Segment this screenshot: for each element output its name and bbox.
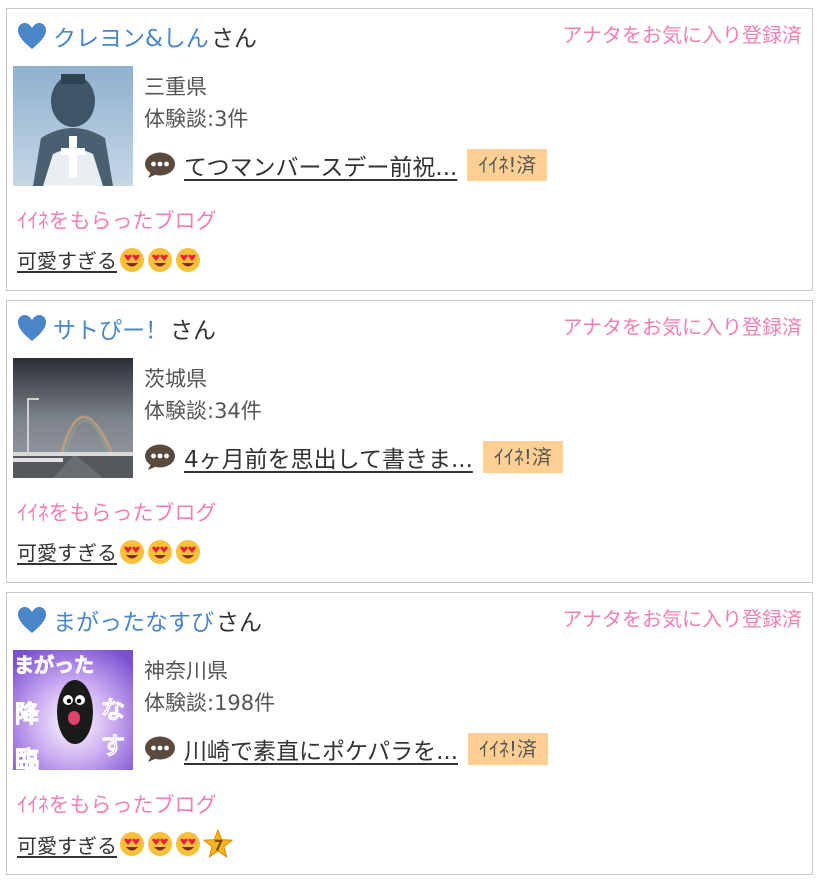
heart-eyes-emoji-icon: [148, 247, 172, 272]
thumb-text: す: [101, 732, 125, 760]
post-title-link[interactable]: てつマンバースデー前祝...: [184, 148, 457, 182]
heart-icon: [18, 315, 46, 341]
experience-count: 体験談:34件: [144, 399, 262, 423]
thumb-text: まがった: [14, 653, 94, 677]
user-card: まがったなすび さん アナタをお気に入り登録済 まがった 降 臨 な す 神奈川…: [6, 592, 813, 875]
blog-title-text: 可愛すぎる: [17, 833, 117, 858]
liked-blog-label: ｲｲﾈをもらったブログ: [17, 209, 217, 233]
user-thumbnail[interactable]: [13, 358, 133, 478]
star-badge-emoji-icon: [203, 829, 233, 859]
blog-title-text: 可愛すぎる: [17, 541, 117, 565]
liked-blog-link[interactable]: 可愛すぎる: [17, 829, 233, 859]
prefecture: 三重県: [144, 75, 207, 99]
user-name-link[interactable]: クレヨン&しん: [53, 19, 209, 53]
post-title-link[interactable]: 4ヶ月前を思出して書きま...: [184, 440, 473, 474]
heart-eyes-emoji-icon: [120, 247, 144, 272]
statue-photo-icon: [13, 66, 133, 186]
post-row: 川崎で素直にポケパラを... ｲｲﾈ!済: [144, 731, 549, 767]
heart-eyes-emoji-icon: [120, 832, 144, 856]
heart-eyes-emoji-icon: [148, 832, 172, 856]
favorite-status: アナタをお気に入り登録済: [562, 23, 802, 47]
prefecture: 神奈川県: [144, 659, 228, 683]
user-card: クレヨン&しん さん アナタをお気に入り登録済 三重県 体験談:3件 てつマンバ…: [6, 8, 813, 291]
card-header: サトぴー！ さん: [17, 311, 216, 345]
heart-eyes-emoji-icon: [120, 539, 144, 564]
post-title-link[interactable]: 川崎で素直にポケパラを...: [184, 732, 458, 766]
user-name-link[interactable]: まがったなすび: [53, 603, 214, 637]
experience-count: 体験談:3件: [144, 107, 249, 131]
honorific: さん: [170, 318, 216, 344]
favorite-status: アナタをお気に入り登録済: [562, 607, 802, 631]
heart-eyes-emoji-icon: [176, 247, 200, 272]
experience-count: 体験談:198件: [144, 691, 276, 715]
card-header: まがったなすび さん: [17, 603, 262, 637]
user-name-link[interactable]: サトぴー！: [53, 311, 168, 345]
thumb-text: 降: [15, 700, 40, 728]
blog-title-text: 可愛すぎる: [17, 249, 117, 273]
iine-badge: ｲｲﾈ!済: [482, 441, 563, 473]
liked-blog-link[interactable]: 可愛すぎる: [17, 537, 201, 566]
liked-blog-label: ｲｲﾈをもらったブログ: [17, 501, 217, 525]
heart-icon: [18, 23, 46, 49]
user-thumbnail[interactable]: [13, 66, 133, 186]
heart-icon: [18, 607, 46, 633]
liked-blog-label: ｲｲﾈをもらったブログ: [17, 793, 217, 817]
user-card: サトぴー！ さん アナタをお気に入り登録済 茨城県 体験談:34件 4ヶ月前を思…: [6, 300, 813, 583]
rainbow-road-photo-icon: [13, 358, 133, 478]
post-row: てつマンバースデー前祝... ｲｲﾈ!済: [144, 147, 548, 183]
post-row: 4ヶ月前を思出して書きま... ｲｲﾈ!済: [144, 439, 563, 475]
liked-blog-link[interactable]: 可愛すぎる: [17, 245, 201, 274]
thumb-text: な: [101, 696, 125, 724]
favorite-status: アナタをお気に入り登録済: [562, 315, 802, 339]
iine-badge: ｲｲﾈ!済: [467, 149, 548, 181]
iine-badge: ｲｲﾈ!済: [468, 733, 549, 765]
prefecture: 茨城県: [144, 367, 207, 391]
honorific: さん: [210, 26, 257, 52]
heart-eyes-emoji-icon: [176, 539, 200, 564]
speech-bubble-icon: [145, 152, 175, 178]
user-thumbnail[interactable]: まがった 降 臨 な す: [13, 650, 133, 770]
honorific: さん: [216, 610, 262, 636]
heart-eyes-emoji-icon: [148, 539, 172, 564]
eggplant-avatar-icon: まがった 降 臨 な す: [13, 650, 133, 770]
card-header: クレヨン&しん さん: [17, 19, 257, 53]
speech-bubble-icon: [145, 736, 175, 762]
speech-bubble-icon: [145, 444, 175, 470]
thumb-text: 臨: [15, 746, 39, 770]
heart-eyes-emoji-icon: [176, 832, 200, 856]
